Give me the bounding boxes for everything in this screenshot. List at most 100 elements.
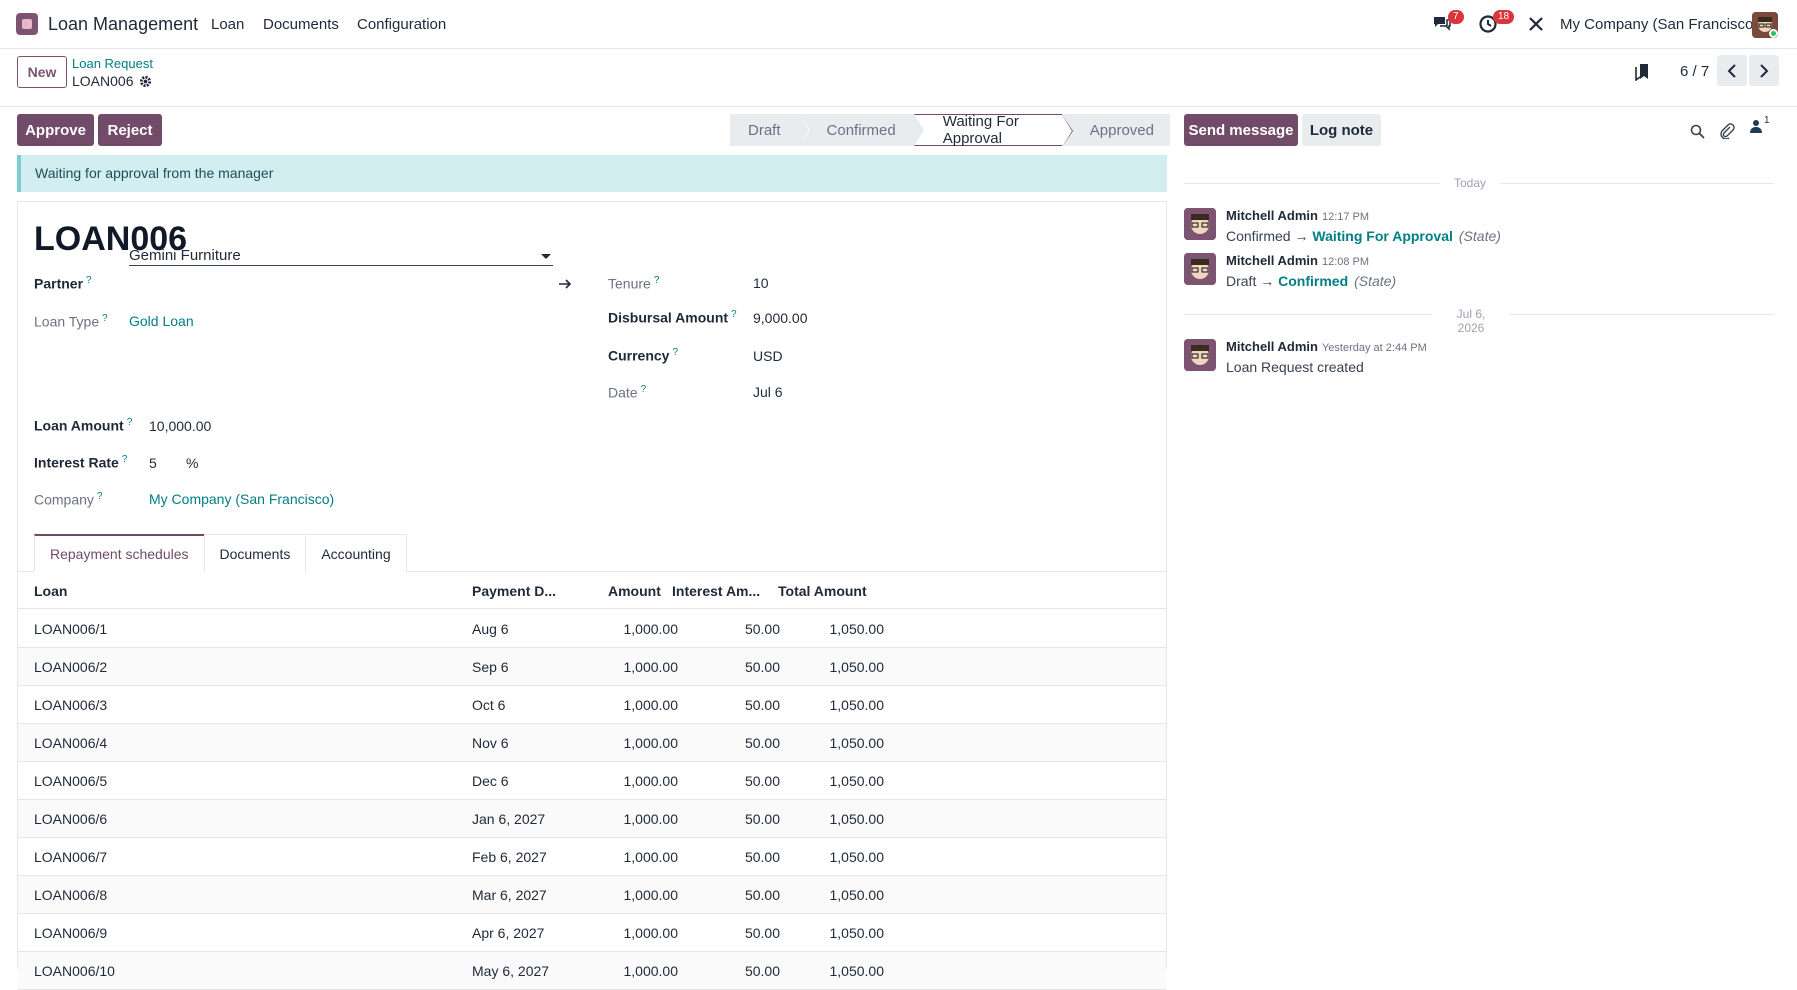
tenure-value[interactable]: 10 — [753, 275, 769, 291]
messages-button[interactable]: 7 — [1432, 10, 1464, 36]
stage-waiting-label: Waiting For Approval — [942, 113, 1019, 147]
internal-link-arrow-icon[interactable] — [558, 277, 572, 294]
chevron-down-icon[interactable] — [541, 254, 551, 259]
cell-amount: 1,000.00 — [623, 963, 679, 979]
cell-payment-date: Dec 6 — [472, 773, 509, 789]
cell-loan: LOAN006/1 — [34, 621, 108, 637]
pager-value[interactable]: 6 / 7 — [1680, 63, 1709, 80]
reject-button[interactable]: Reject — [98, 114, 162, 146]
table-row[interactable]: LOAN006/8 Mar 6, 2027 1,000.00 50.00 1,050.0… — [18, 876, 1166, 914]
apps-menu-icon[interactable] — [16, 13, 38, 35]
menu-loan[interactable]: Loan — [211, 16, 244, 33]
table-row[interactable]: LOAN006/5 Dec 6 1,000.00 50.00 1,050.00 — [18, 762, 1166, 800]
activities-badge: 18 — [1493, 10, 1515, 24]
tab-repayment-schedules[interactable]: Repayment schedules — [34, 534, 205, 572]
partner-field[interactable]: Gemini Furniture — [129, 244, 553, 266]
top-navbar: Loan Management Loan Documents Configura… — [0, 0, 1797, 49]
stage-confirmed[interactable]: Confirmed — [798, 114, 925, 146]
cell-interest-amount: 50.00 — [744, 887, 780, 903]
gear-icon[interactable] — [139, 75, 152, 88]
cell-interest-amount: 50.00 — [744, 925, 780, 941]
cell-payment-date: Mar 6, 2027 — [472, 887, 547, 903]
bookmark-icon[interactable] — [1634, 63, 1650, 85]
table-row[interactable]: LOAN006/6 Jan 6, 2027 1,000.00 50.00 1,050.0… — [18, 800, 1166, 838]
currency-value[interactable]: USD — [753, 348, 783, 364]
table-row[interactable]: LOAN006/2 Sep 6 1,000.00 50.00 1,050.00 — [18, 648, 1166, 686]
tenure-label: Tenure? — [608, 275, 660, 292]
breadcrumb-parent[interactable]: Loan Request — [72, 56, 153, 71]
table-header: Loan Payment D... Amount Interest Am... … — [18, 572, 1166, 609]
cell-loan: LOAN006/5 — [34, 773, 108, 789]
loan-amount-value[interactable]: 10,000.00 — [149, 418, 211, 434]
new-button[interactable]: New — [17, 56, 67, 88]
table-row[interactable]: LOAN006/9 Apr 6, 2027 1,000.00 50.00 1,050.0… — [18, 914, 1166, 952]
table-row[interactable]: LOAN006/4 Nov 6 1,000.00 50.00 1,050.00 — [18, 724, 1166, 762]
message-body: Draft → Confirmed (State) — [1226, 273, 1397, 289]
paperclip-icon[interactable] — [1719, 123, 1735, 143]
debug-tools-button[interactable] — [1528, 12, 1548, 36]
cell-payment-date: Apr 6, 2027 — [472, 925, 545, 941]
approve-button[interactable]: Approve — [17, 114, 94, 146]
loan-type-value[interactable]: Gold Loan — [129, 313, 194, 329]
company-value[interactable]: My Company (San Francisco) — [149, 491, 334, 507]
separator-date-label: Jul 6, 2026 — [1432, 307, 1510, 335]
stage-waiting-for-approval[interactable]: Waiting For Approval — [913, 113, 1073, 147]
cell-payment-date: Aug 6 — [472, 621, 509, 637]
interest-rate-label: Interest Rate? — [34, 454, 128, 471]
author-avatar[interactable] — [1184, 339, 1216, 371]
message-author[interactable]: Mitchell Admin 12:08 PM — [1226, 253, 1369, 268]
pager-next-button[interactable] — [1749, 55, 1779, 86]
cell-amount: 1,000.00 — [623, 811, 679, 827]
activities-button[interactable]: 18 — [1478, 10, 1515, 36]
table-row[interactable]: LOAN006/10 May 6, 2027 1,000.00 50.00 1,050.… — [18, 952, 1166, 990]
col-loan[interactable]: Loan — [34, 583, 67, 599]
followers-count: 1 — [1764, 115, 1770, 126]
col-interest-amount[interactable]: Interest Am... — [672, 583, 760, 599]
message-author[interactable]: Mitchell Admin Yesterday at 2:44 PM — [1226, 339, 1427, 354]
stage-approved[interactable]: Approved — [1061, 114, 1170, 146]
app-name[interactable]: Loan Management — [48, 14, 198, 35]
disbursal-amount-value[interactable]: 9,000.00 — [753, 310, 808, 326]
cell-interest-amount: 50.00 — [744, 811, 780, 827]
search-icon[interactable] — [1690, 124, 1705, 143]
menu-documents[interactable]: Documents — [263, 16, 339, 33]
stage-draft[interactable]: Draft — [730, 114, 810, 146]
cell-loan: LOAN006/6 — [34, 811, 108, 827]
log-note-button[interactable]: Log note — [1302, 114, 1381, 146]
cell-amount: 1,000.00 — [623, 887, 679, 903]
stage-approved-label: Approved — [1089, 121, 1154, 139]
cell-interest-amount: 50.00 — [744, 773, 780, 789]
loan-amount-label: Loan Amount? — [34, 417, 133, 434]
col-payment-date[interactable]: Payment D... — [472, 583, 556, 599]
tab-documents[interactable]: Documents — [203, 534, 307, 572]
cell-total-amount: 1,050.00 — [829, 811, 885, 827]
pager-previous-button[interactable] — [1717, 55, 1747, 86]
cell-interest-amount: 50.00 — [744, 849, 780, 865]
date-value[interactable]: Jul 6 — [753, 384, 783, 400]
company-switcher[interactable]: My Company (San Francisco) — [1560, 16, 1758, 33]
table-row[interactable]: LOAN006/7 Feb 6, 2027 1,000.00 50.00 1,050.0… — [18, 838, 1166, 876]
interest-rate-value[interactable]: 5 — [149, 455, 157, 471]
chevron-right-icon — [1760, 63, 1769, 78]
cell-loan: LOAN006/7 — [34, 849, 108, 865]
author-avatar[interactable] — [1184, 253, 1216, 285]
partner-label: Partner? — [34, 275, 92, 292]
cell-loan: LOAN006/9 — [34, 925, 108, 941]
col-amount[interactable]: Amount — [608, 583, 661, 599]
table-row[interactable]: LOAN006/1 Aug 6 1,000.00 50.00 1,050.00 — [18, 610, 1166, 648]
table-row[interactable]: LOAN006/3 Oct 6 1,000.00 50.00 1,050.00 — [18, 686, 1166, 724]
cell-total-amount: 1,050.00 — [829, 887, 885, 903]
messages-badge: 7 — [1448, 10, 1464, 24]
tab-accounting[interactable]: Accounting — [305, 534, 407, 572]
followers-button[interactable]: 1 — [1750, 115, 1770, 133]
message-author[interactable]: Mitchell Admin 12:17 PM — [1226, 208, 1369, 223]
menu-configuration[interactable]: Configuration — [357, 16, 446, 33]
col-total-amount[interactable]: Total Amount — [778, 583, 867, 599]
stage-confirmed-label: Confirmed — [826, 121, 896, 139]
send-message-button[interactable]: Send message — [1184, 114, 1298, 146]
tools-icon — [1529, 17, 1543, 31]
author-avatar[interactable] — [1184, 208, 1216, 240]
cell-total-amount: 1,050.00 — [829, 849, 885, 865]
user-avatar[interactable] — [1752, 12, 1778, 38]
separator-today-label: Today — [1440, 176, 1500, 190]
